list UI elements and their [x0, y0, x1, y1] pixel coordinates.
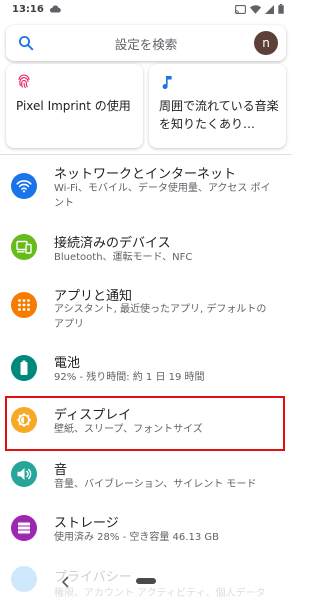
settings-item-title: ストレージ [54, 516, 119, 531]
fingerprint-icon [18, 74, 30, 89]
wifi-icon [11, 173, 37, 199]
settings-item-battery[interactable]: 電池 92% - 残り時間: 約 1 日 19 時間 [0, 352, 292, 392]
settings-item-network[interactable]: ネットワークとインターネット Wi-Fi、モバイル、データ使用量、アクセス ポイ… [0, 163, 292, 213]
display-highlight-box [5, 396, 285, 451]
suggestion-card-pixel-imprint[interactable]: Pixel Imprint の使用 [6, 64, 143, 148]
wifi-icon [250, 4, 261, 14]
suggestion-card-now-playing[interactable]: 周囲で流れている音楽を知りたくあり… [149, 64, 286, 148]
settings-item-subtitle: Wi-Fi、モバイル、データ使用量、アクセス ポイント [54, 183, 271, 209]
settings-item-connected-devices[interactable]: 接続済みのデバイス Bluetooth、運転モード、NFC [0, 232, 292, 272]
settings-item-subtitle: 音量、バイブレーション、サイレント モード [54, 479, 257, 490]
search-placeholder[interactable]: 設定を検索 [6, 34, 286, 53]
search-icon [19, 36, 34, 51]
battery-icon [278, 4, 284, 14]
settings-item-subtitle: 使用済み 28% - 空き容量 46.13 GB [54, 532, 219, 543]
settings-item-storage[interactable]: ストレージ 使用済み 28% - 空き容量 46.13 GB [0, 512, 292, 552]
apps-icon [11, 292, 37, 318]
suggestion-label: Pixel Imprint の使用 [16, 99, 131, 113]
settings-item-title: 音 [54, 463, 68, 478]
status-bar: 13:16 [0, 0, 292, 18]
settings-item-subtitle: Bluetooth、運転モード、NFC [54, 252, 193, 263]
storage-icon [11, 515, 37, 541]
settings-item-sound[interactable]: 音 音量、バイブレーション、サイレント モード [0, 459, 292, 499]
avatar[interactable]: n [254, 31, 278, 55]
cast-icon [235, 4, 246, 14]
suggestion-cards: Pixel Imprint の使用 周囲で流れている音楽を知りたくあり… [6, 64, 286, 148]
signal-icon [265, 4, 274, 14]
navigation-bar [0, 568, 292, 600]
settings-item-subtitle: アシスタント, 最近使ったアプリ, デフォルトのアプリ [54, 304, 267, 330]
cloud-icon [49, 5, 61, 13]
devices-icon [11, 234, 37, 260]
suggestion-label: 周囲で流れている音楽を知りたくあり… [159, 99, 279, 131]
settings-item-apps-notifications[interactable]: アプリと通知 アシスタント, 最近使ったアプリ, デフォルトのアプリ [0, 285, 292, 333]
volume-icon [11, 461, 37, 487]
settings-item-title: 電池 [54, 356, 81, 371]
status-time: 13:16 [12, 3, 44, 15]
divider [0, 154, 292, 155]
battery-icon [11, 355, 37, 381]
settings-item-subtitle: 92% - 残り時間: 約 1 日 19 時間 [54, 372, 205, 383]
music-note-icon [162, 76, 172, 90]
settings-item-title: 接続済みのデバイス [54, 236, 171, 251]
home-pill[interactable] [136, 578, 156, 584]
search-bar[interactable]: 設定を検索 n [6, 25, 286, 61]
back-icon[interactable] [58, 574, 72, 590]
settings-item-title: ネットワークとインターネット [54, 167, 237, 182]
